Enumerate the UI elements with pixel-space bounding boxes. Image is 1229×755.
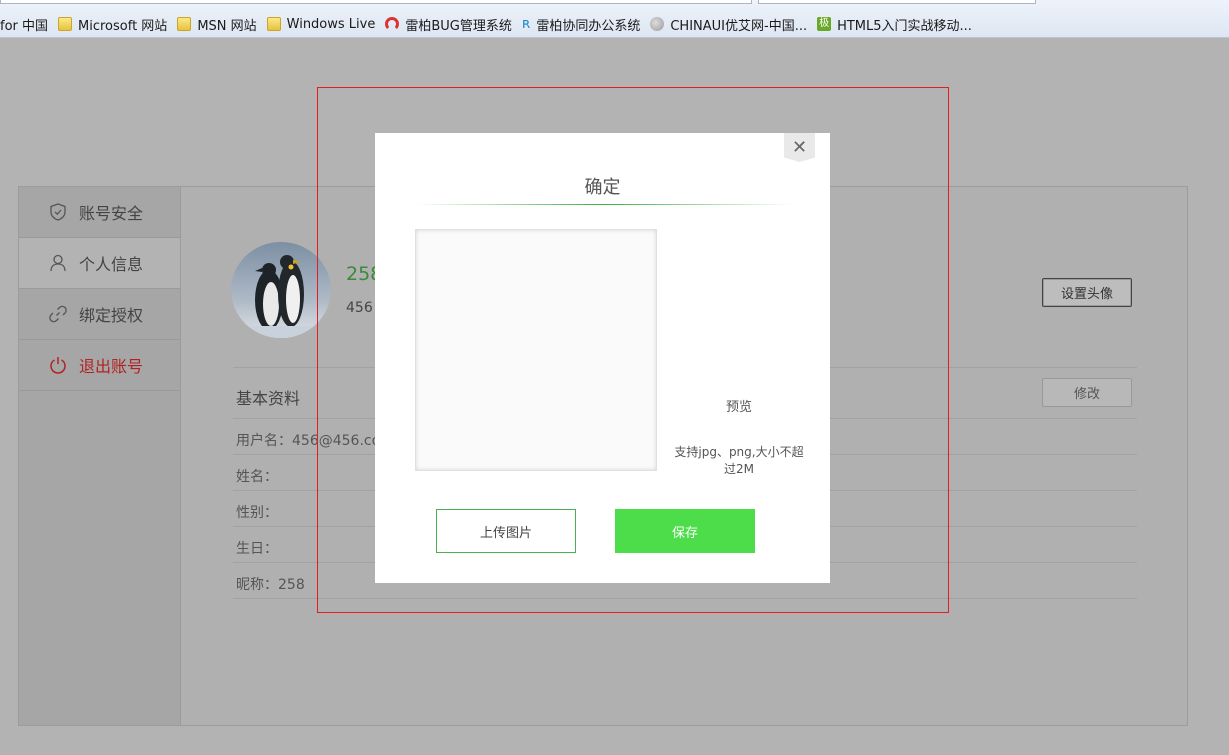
upload-image-button[interactable]: 上传图片 <box>436 509 576 553</box>
avatar <box>231 242 331 338</box>
sidebar-item-account-security[interactable]: 账号安全 <box>19 187 180 238</box>
favorite-label: Windows Live <box>286 16 376 32</box>
favorite-label: CHINAUI优艾网-中国... <box>670 18 808 34</box>
favorite-label: HTML5入门实战移动... <box>837 18 972 34</box>
image-crop-area[interactable] <box>415 229 657 471</box>
shield-icon <box>49 203 67 221</box>
address-bar-remnant <box>0 0 1229 4</box>
sidebar-item-bind-auth[interactable]: 绑定授权 <box>19 289 180 340</box>
green-badge-icon: 极 <box>817 17 832 31</box>
folder-icon <box>266 17 281 31</box>
edit-button[interactable]: 修改 <box>1042 378 1132 407</box>
dialog-title: 确定 <box>584 177 621 198</box>
basic-info-title: 基本资料 <box>236 389 301 408</box>
favorite-label: MSN 网站 <box>197 18 257 34</box>
favorite-label: Microsoft 网站 <box>78 18 168 34</box>
favorites-bar: for 中国 Microsoft 网站 MSN 网站 Windows Live … <box>0 0 1229 38</box>
avatar-upload-dialog: ✕ 确定 预览 支持jpg、png,大小不超过2M 上传图片 保存 <box>375 133 830 583</box>
folder-icon <box>58 17 73 31</box>
power-icon <box>49 356 67 374</box>
field-nickname: 昵称：258 <box>236 577 305 593</box>
globe-icon <box>650 17 665 31</box>
upload-hint: 支持jpg、png,大小不超过2M <box>674 445 804 476</box>
sidebar-item-label: 退出账号 <box>79 357 144 376</box>
preview-label: 预览 <box>725 400 752 415</box>
favorite-link-bug-system[interactable]: 雷柏BUG管理系统 <box>385 15 512 34</box>
favorite-label: 雷柏BUG管理系统 <box>405 18 512 34</box>
favorite-link-office-system[interactable]: ʀ 雷柏协同办公系统 <box>522 15 640 34</box>
favorite-link-chinaui[interactable]: CHINAUI优艾网-中国... <box>650 15 807 34</box>
sidebar-item-personal-info[interactable]: 个人信息 <box>19 238 180 289</box>
save-button[interactable]: 保存 <box>615 509 755 553</box>
favorite-label: 雷柏协同办公系统 <box>536 18 641 34</box>
favorite-link-windows-live[interactable]: Windows Live <box>266 16 376 32</box>
arc-logo-icon <box>385 17 400 31</box>
favorite-link-microsoft[interactable]: Microsoft 网站 <box>58 15 167 34</box>
favorite-link-msn[interactable]: MSN 网站 <box>177 15 257 34</box>
set-avatar-button[interactable]: 设置头像 <box>1042 278 1132 307</box>
favorite-link-html5[interactable]: 极 HTML5入门实战移动... <box>817 15 972 34</box>
title-underline <box>415 204 793 205</box>
field-birthday: 生日： <box>236 541 278 557</box>
field-name: 姓名： <box>236 469 278 485</box>
sidebar-item-label: 账号安全 <box>79 204 144 223</box>
close-button[interactable]: ✕ <box>784 133 815 162</box>
sidebar-item-logout[interactable]: 退出账号 <box>19 340 180 391</box>
favorite-link-china[interactable]: for 中国 <box>0 15 48 34</box>
user-icon <box>49 254 67 272</box>
folder-icon <box>177 17 192 31</box>
sidebar-item-label: 个人信息 <box>79 255 144 274</box>
close-icon: ✕ <box>791 137 808 158</box>
wave-logo-icon: ʀ <box>521 16 531 32</box>
link-icon <box>49 305 67 323</box>
field-gender: 性别： <box>236 505 278 521</box>
sidebar-item-label: 绑定授权 <box>79 306 144 325</box>
favorite-label: for 中国 <box>0 18 49 34</box>
sidebar: 账号安全 个人信息 绑定授权 退出账号 <box>19 187 181 725</box>
